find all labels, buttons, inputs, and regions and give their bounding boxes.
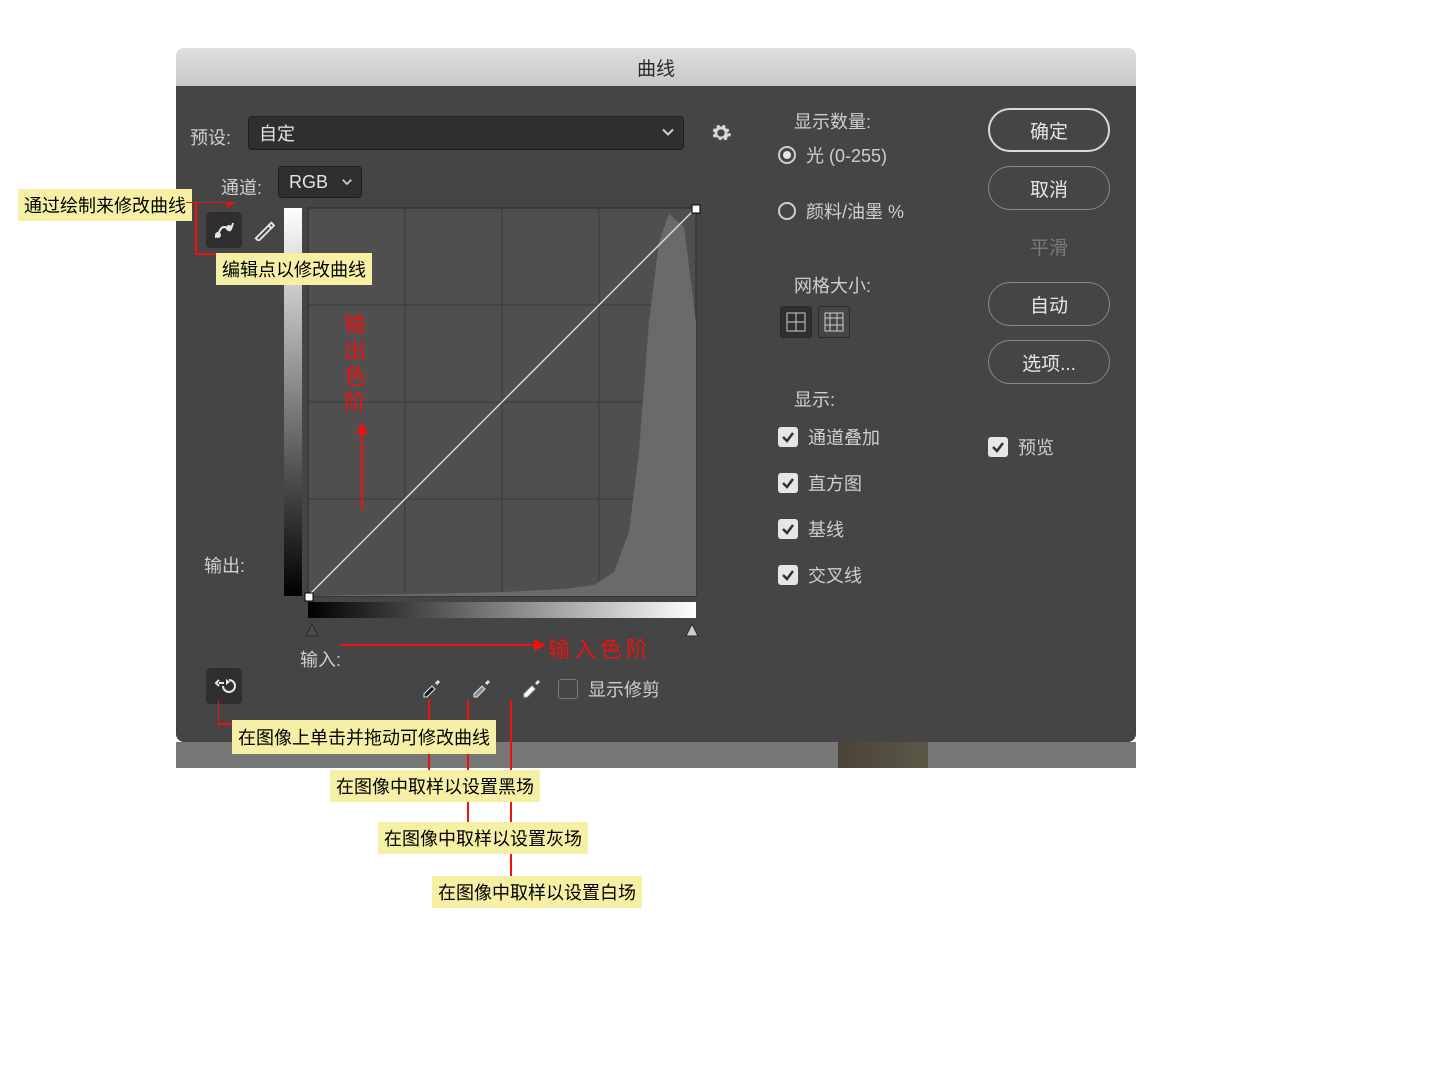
show-clipping-label: 显示修剪: [588, 676, 660, 702]
pigment-radio[interactable]: 颜料/油墨 %: [778, 198, 904, 224]
channel-overlay-label: 通道叠加: [808, 424, 880, 450]
baseline-label: 基线: [808, 516, 844, 542]
histogram-check[interactable]: 直方图: [778, 470, 880, 496]
note-output-levels: 输 出 色 阶: [344, 312, 366, 416]
arrow-up-icon: [352, 422, 372, 512]
background-decoration: [838, 742, 928, 768]
preview-checkbox[interactable]: 预览: [988, 434, 1054, 460]
checkbox-checked-icon: [778, 519, 798, 539]
checkbox-checked-icon: [778, 565, 798, 585]
note-drag-modify: 在图像上单击并拖动可修改曲线: [232, 720, 496, 754]
channel-value: RGB: [289, 172, 328, 193]
light-radio[interactable]: 光 (0-255): [778, 142, 887, 168]
auto-button[interactable]: 自动: [988, 282, 1110, 326]
cancel-button-label: 取消: [1030, 175, 1068, 202]
note-sample-white: 在图像中取样以设置白场: [432, 876, 642, 908]
channel-overlay-check[interactable]: 通道叠加: [778, 424, 880, 450]
grid-small-button[interactable]: [780, 306, 812, 338]
light-radio-label: 光 (0-255): [806, 142, 887, 168]
note-edit-points: 编辑点以修改曲线: [216, 253, 372, 285]
checkbox-checked-icon: [988, 437, 1008, 457]
preview-label: 预览: [1018, 434, 1054, 460]
note-sample-black: 在图像中取样以设置黑场: [330, 770, 540, 802]
radio-selected-icon: [778, 146, 796, 164]
titlebar: 曲线: [176, 48, 1136, 86]
auto-button-label: 自动: [1030, 291, 1068, 318]
ok-button[interactable]: 确定: [988, 108, 1110, 152]
baseline-check[interactable]: 基线: [778, 516, 880, 542]
checkbox-checked-icon: [778, 427, 798, 447]
note-input-levels: 输入色阶: [548, 632, 652, 664]
cancel-button[interactable]: 取消: [988, 166, 1110, 210]
preset-label: 预设:: [190, 124, 231, 150]
grid-size-title: 网格大小:: [794, 272, 871, 298]
checkbox-icon: [558, 679, 578, 699]
input-label: 输入:: [300, 646, 341, 672]
dialog-title: 曲线: [637, 54, 675, 81]
grid-large-button[interactable]: [818, 306, 850, 338]
target-adjust-tool[interactable]: [206, 668, 242, 704]
preset-select[interactable]: 自定: [248, 116, 684, 150]
sample-gray-eyedropper[interactable]: [464, 668, 500, 704]
output-label: 输出:: [204, 552, 245, 578]
options-button-label: 选项...: [1022, 349, 1076, 376]
sample-white-eyedropper[interactable]: [514, 668, 550, 704]
arrow-right-icon: [340, 636, 546, 654]
preset-value: 自定: [259, 120, 295, 146]
smooth-button: 平滑: [988, 224, 1110, 268]
show-clipping-checkbox[interactable]: 显示修剪: [558, 676, 660, 702]
note-sample-gray: 在图像中取样以设置灰场: [378, 822, 588, 854]
histogram-label: 直方图: [808, 470, 862, 496]
channel-label: 通道:: [221, 174, 262, 200]
smooth-button-label: 平滑: [1030, 233, 1068, 260]
chevron-down-icon: [661, 123, 675, 144]
note-draw-modify: 通过绘制来修改曲线: [18, 189, 192, 221]
ok-button-label: 确定: [1030, 117, 1068, 144]
pigment-radio-label: 颜料/油墨 %: [806, 198, 904, 224]
display-amount-title: 显示数量:: [794, 108, 871, 134]
checkbox-checked-icon: [778, 473, 798, 493]
intersection-label: 交叉线: [808, 562, 862, 588]
sample-black-eyedropper[interactable]: [414, 668, 450, 704]
channel-select[interactable]: RGB: [278, 166, 362, 198]
show-title: 显示:: [794, 386, 835, 412]
curves-dialog: 预设: 自定 通道: RGB: [176, 86, 1136, 742]
preset-gear-icon[interactable]: [710, 122, 732, 147]
radio-unselected-icon: [778, 202, 796, 220]
chevron-down-icon: [341, 172, 353, 193]
options-button[interactable]: 选项...: [988, 340, 1110, 384]
intersection-check[interactable]: 交叉线: [778, 562, 880, 588]
